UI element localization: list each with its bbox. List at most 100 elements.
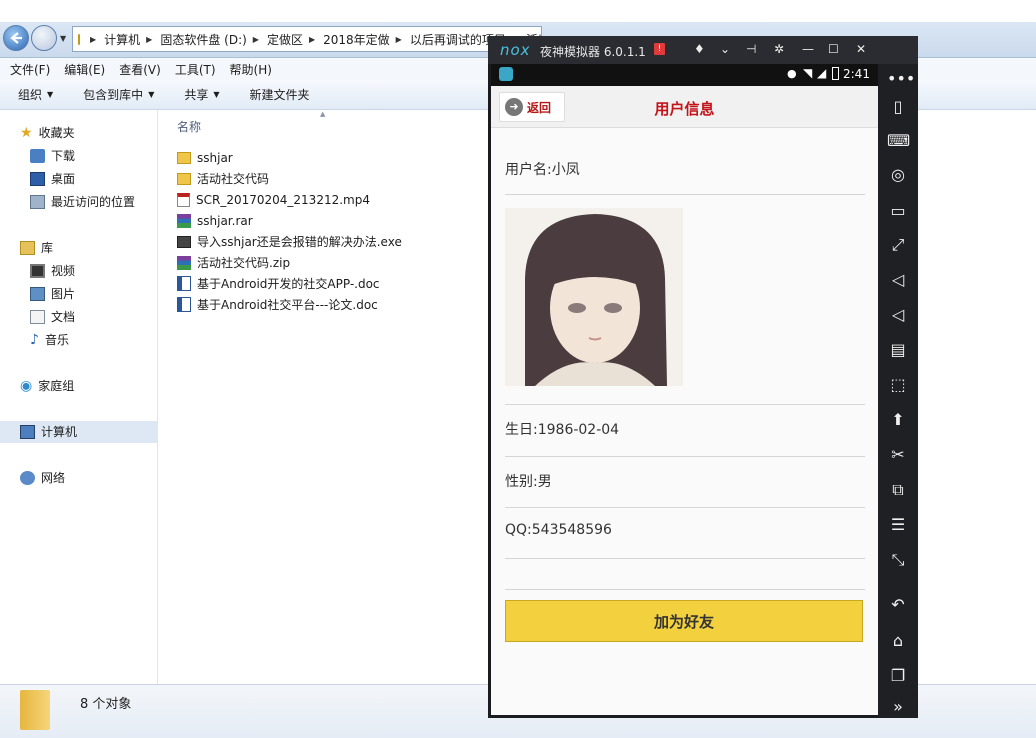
nav-desktop[interactable]: 桌面 bbox=[30, 170, 75, 187]
picture-library-icon bbox=[30, 286, 45, 301]
folder-icon bbox=[78, 33, 80, 45]
exe-icon bbox=[177, 235, 191, 248]
battery-icon bbox=[832, 67, 839, 80]
star-icon: ★ bbox=[20, 124, 33, 141]
shrink-icon[interactable]: ⤡ bbox=[887, 549, 909, 571]
volume-up-icon[interactable]: ◁ bbox=[887, 269, 909, 291]
maximize-icon[interactable]: ☐ bbox=[828, 42, 839, 56]
add-friend-button[interactable]: 加为好友 bbox=[505, 600, 863, 642]
nav-label: 音乐 bbox=[44, 333, 69, 347]
volume-down-icon[interactable]: ◁ bbox=[887, 304, 909, 326]
location-icon[interactable]: ◎ bbox=[887, 164, 909, 186]
nav-label: 收藏夹 bbox=[38, 126, 75, 140]
music-note-icon: ♪ bbox=[30, 331, 39, 348]
chevron-down-icon[interactable]: ⌄ bbox=[720, 42, 730, 56]
pin-icon[interactable]: ⊣ bbox=[746, 42, 756, 56]
breadcrumb-item[interactable]: 固态软件盘 (D:) bbox=[160, 31, 246, 48]
nav-recent-places[interactable]: 最近访问的位置 bbox=[30, 193, 135, 210]
expand-icon[interactable]: » bbox=[887, 696, 909, 718]
sort-indicator-icon: ▲ bbox=[320, 110, 326, 118]
list-item[interactable]: 导入sshjar还是会报错的解决办法.exe bbox=[177, 231, 402, 252]
menu-edit[interactable]: 编辑(E) bbox=[64, 61, 105, 78]
menu-help[interactable]: 帮助(H) bbox=[230, 61, 272, 78]
homegroup-icon: ◉ bbox=[20, 377, 33, 394]
include-label: 包含到库中 bbox=[83, 88, 144, 102]
forward-button[interactable] bbox=[31, 25, 57, 51]
menu-view[interactable]: 查看(V) bbox=[119, 61, 161, 78]
breadcrumb-item[interactable]: 定做区 bbox=[267, 31, 303, 48]
toolbox-icon[interactable]: ▤ bbox=[887, 339, 909, 361]
divider bbox=[505, 456, 865, 457]
address-field[interactable]: ▶ 计算机 ▶ 固态软件盘 (D:) ▶ 定做区 ▶ 2018年定做 ▶ 以后再调试的项目… bbox=[72, 26, 542, 52]
breadcrumb-item[interactable]: 计算机 bbox=[104, 31, 140, 48]
wifi-icon: ◥ bbox=[803, 66, 813, 80]
nav-label: 家庭组 bbox=[38, 379, 75, 393]
divider bbox=[505, 507, 865, 508]
organize-button[interactable]: 组织 ▼ bbox=[18, 86, 53, 103]
list-item[interactable]: sshjar.rar bbox=[177, 210, 402, 231]
share-button[interactable]: 共享 ▼ bbox=[184, 86, 219, 103]
gender-text: 性别:男 bbox=[505, 474, 552, 490]
list-item[interactable]: 活动社交代码 bbox=[177, 168, 402, 189]
network-icon bbox=[20, 470, 35, 485]
back-button[interactable] bbox=[3, 25, 29, 51]
nav-libraries[interactable]: 库 bbox=[20, 239, 53, 256]
nav-homegroup[interactable]: ◉ 家庭组 bbox=[20, 377, 74, 394]
app-screen: ➜ 返回 用户信息 用户名:小凤 生日:1986-02-04 性别:男 QQ:5… bbox=[491, 86, 878, 715]
alert-badge[interactable]: ! bbox=[654, 43, 665, 55]
history-dropdown-icon[interactable]: ▼ bbox=[60, 34, 66, 43]
nav-label: 文档 bbox=[51, 310, 76, 324]
gear-icon[interactable]: ✲ bbox=[774, 42, 784, 56]
breadcrumb-item[interactable]: 2018年定做 bbox=[323, 31, 390, 48]
chevron-down-icon: ▼ bbox=[213, 90, 220, 99]
screenshot-icon[interactable]: ⬚ bbox=[887, 374, 909, 396]
menu-file[interactable]: 文件(F) bbox=[10, 61, 50, 78]
column-header-name[interactable]: 名称 bbox=[177, 118, 201, 135]
back-nav-icon[interactable]: ↶ bbox=[887, 594, 909, 616]
nav-label: 计算机 bbox=[41, 425, 78, 439]
shirt-icon[interactable]: ♦ bbox=[694, 42, 705, 56]
screen-icon[interactable]: ▭ bbox=[887, 200, 909, 222]
menu-icon[interactable]: ☰ bbox=[887, 514, 909, 536]
signal-icon: ◢ bbox=[817, 66, 827, 80]
file-name: SCR_20170204_213212.mp4 bbox=[196, 192, 370, 207]
apk-install-icon[interactable]: ⬆ bbox=[887, 409, 909, 431]
list-item[interactable]: 基于Android社交平台---论文.doc bbox=[177, 294, 402, 315]
multi-instance-icon[interactable]: ⧉ bbox=[887, 479, 909, 501]
minimize-icon[interactable]: — bbox=[802, 42, 814, 56]
scissors-icon[interactable]: ✂ bbox=[887, 444, 909, 466]
fullscreen-icon[interactable]: ⤢ bbox=[887, 234, 909, 256]
nav-pictures[interactable]: 图片 bbox=[30, 285, 75, 302]
menu-tools[interactable]: 工具(T) bbox=[175, 61, 216, 78]
nav-documents[interactable]: 文档 bbox=[30, 308, 75, 325]
keyboard-icon[interactable]: ⌨ bbox=[887, 130, 910, 152]
close-icon[interactable]: ✕ bbox=[856, 42, 866, 56]
object-count: 8 个对象 bbox=[80, 697, 132, 712]
nav-label: 下载 bbox=[51, 149, 76, 163]
include-in-library-button[interactable]: 包含到库中 ▼ bbox=[83, 86, 154, 103]
username-text: 用户名:小凤 bbox=[505, 162, 580, 178]
list-item[interactable]: 基于Android开发的社交APP-.doc bbox=[177, 273, 402, 294]
list-item[interactable]: SCR_20170204_213212.mp4 bbox=[177, 189, 402, 210]
list-item[interactable]: sshjar bbox=[177, 147, 402, 168]
nav-videos[interactable]: 视频 bbox=[30, 262, 75, 279]
folder-icon bbox=[177, 151, 191, 164]
nav-computer[interactable]: 计算机 bbox=[20, 423, 77, 440]
word-doc-icon bbox=[177, 276, 191, 291]
android-status-bar: ● ◥ ◢ 2:41 bbox=[491, 64, 878, 86]
app-header: ➜ 返回 用户信息 bbox=[491, 86, 878, 128]
recent-apps-icon[interactable]: ❐ bbox=[887, 665, 909, 687]
nav-music[interactable]: ♪ 音乐 bbox=[30, 331, 69, 348]
file-name: sshjar bbox=[197, 150, 233, 165]
nav-downloads[interactable]: 下载 bbox=[30, 147, 75, 164]
shake-icon[interactable]: ▯ bbox=[887, 96, 909, 118]
video-file-icon bbox=[177, 192, 190, 207]
more-icon[interactable]: ••• bbox=[887, 68, 915, 90]
new-folder-button[interactable]: 新建文件夹 bbox=[250, 86, 310, 103]
nav-network[interactable]: 网络 bbox=[20, 469, 65, 486]
list-item[interactable]: 活动社交代码.zip bbox=[177, 252, 402, 273]
home-icon[interactable]: ⌂ bbox=[887, 630, 909, 652]
nox-logo: nox bbox=[500, 41, 531, 59]
nav-favorites[interactable]: ★ 收藏夹 bbox=[20, 124, 75, 141]
library-icon bbox=[20, 240, 35, 255]
